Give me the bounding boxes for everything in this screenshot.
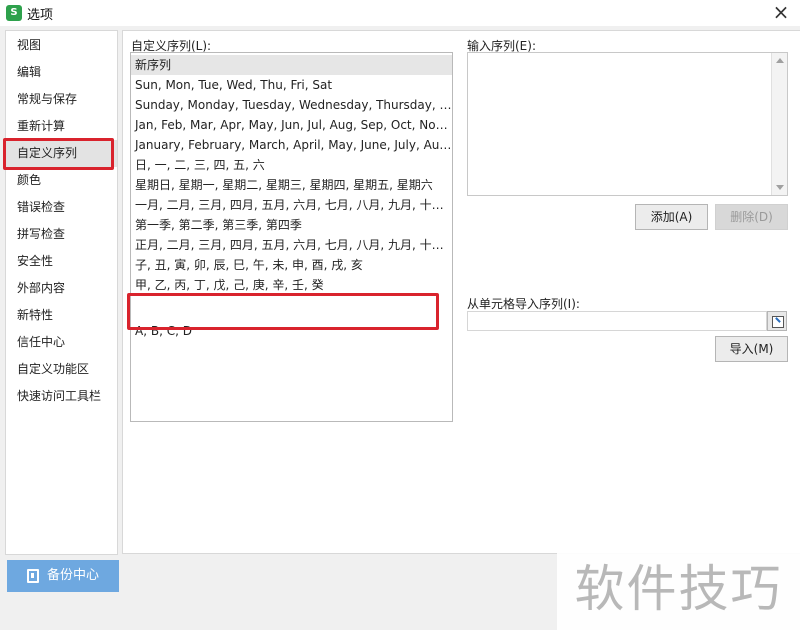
sidebar-item-edit[interactable]: 编辑 [6, 59, 117, 86]
sidebar-item-customize-ribbon[interactable]: 自定义功能区 [6, 356, 117, 383]
backup-center-button[interactable]: 备份中心 [7, 560, 119, 592]
list-item[interactable]: 子, 丑, 寅, 卯, 辰, 巳, 午, 未, 申, 酉, 戌, 亥 [131, 255, 452, 275]
sidebar-item-quick-access-toolbar[interactable]: 快速访问工具栏 [6, 383, 117, 410]
scroll-up-icon[interactable] [776, 58, 784, 63]
list-item[interactable]: 正月, 二月, 三月, 四月, 五月, 六月, 七月, 八月, 九月, 十月, … [131, 235, 452, 255]
list-item[interactable]: 一月, 二月, 三月, 四月, 五月, 六月, 七月, 八月, 九月, 十月, … [131, 195, 452, 215]
sidebar-item-color[interactable]: 颜色 [6, 167, 117, 194]
add-button[interactable]: 添加(A) [635, 204, 708, 230]
import-from-cells-label: 从单元格导入序列(I): [467, 297, 580, 311]
custom-lists-listbox[interactable]: 新序列 Sun, Mon, Tue, Wed, Thu, Fri, Sat Su… [130, 52, 453, 422]
list-item[interactable]: Sunday, Monday, Tuesday, Wednesday, Thur… [131, 95, 452, 115]
list-item[interactable]: Jan, Feb, Mar, Apr, May, Jun, Jul, Aug, … [131, 115, 452, 135]
delete-button[interactable]: 删除(D) [715, 204, 788, 230]
list-item[interactable]: 甲, 乙, 丙, 丁, 戊, 己, 庚, 辛, 壬, 癸 [131, 275, 452, 295]
custom-lists-panel: 自定义序列(L): 新序列 Sun, Mon, Tue, Wed, Thu, F… [122, 30, 800, 554]
sidebar-item-external-content[interactable]: 外部内容 [6, 275, 117, 302]
list-entries-textarea[interactable] [467, 52, 788, 196]
list-item-abcd[interactable]: A, B, C, D [131, 321, 452, 341]
app-logo-icon: S [6, 5, 22, 21]
entries-scrollbar[interactable] [771, 53, 787, 195]
list-item[interactable]: 星期日, 星期一, 星期二, 星期三, 星期四, 星期五, 星期六 [131, 175, 452, 195]
window-title: 选项 [27, 8, 54, 23]
backup-center-label: 备份中心 [47, 568, 100, 583]
list-item-new-list[interactable]: 新序列 [131, 55, 452, 75]
sidebar-item-general-save[interactable]: 常规与保存 [6, 86, 117, 113]
sidebar-item-spell-check[interactable]: 拼写检查 [6, 221, 117, 248]
sidebar-item-new-features[interactable]: 新特性 [6, 302, 117, 329]
title-bar: S 选项 × [0, 0, 800, 26]
sidebar-item-view[interactable]: 视图 [6, 32, 117, 59]
list-item[interactable]: January, February, March, April, May, Ju… [131, 135, 452, 155]
watermark: 软件技巧 [557, 548, 800, 630]
backup-icon [27, 569, 39, 583]
sidebar-item-custom-lists[interactable]: 自定义序列 [6, 140, 117, 167]
list-item[interactable]: Sun, Mon, Tue, Wed, Thu, Fri, Sat [131, 75, 452, 95]
sidebar-item-security[interactable]: 安全性 [6, 248, 117, 275]
options-sidebar: 视图 编辑 常规与保存 重新计算 自定义序列 颜色 错误检查 拼写检查 安全性 … [5, 30, 118, 555]
sidebar-item-trust-center[interactable]: 信任中心 [6, 329, 117, 356]
list-item[interactable]: 日, 一, 二, 三, 四, 五, 六 [131, 155, 452, 175]
list-item[interactable]: 第一季, 第二季, 第三季, 第四季 [131, 215, 452, 235]
sidebar-item-recalculate[interactable]: 重新计算 [6, 113, 117, 140]
import-range-input[interactable] [467, 311, 767, 331]
close-icon[interactable]: × [766, 0, 796, 26]
sidebar-item-error-checking[interactable]: 错误检查 [6, 194, 117, 221]
scroll-down-icon[interactable] [776, 185, 784, 190]
import-button[interactable]: 导入(M) [715, 336, 788, 362]
range-picker-icon[interactable] [767, 311, 787, 331]
